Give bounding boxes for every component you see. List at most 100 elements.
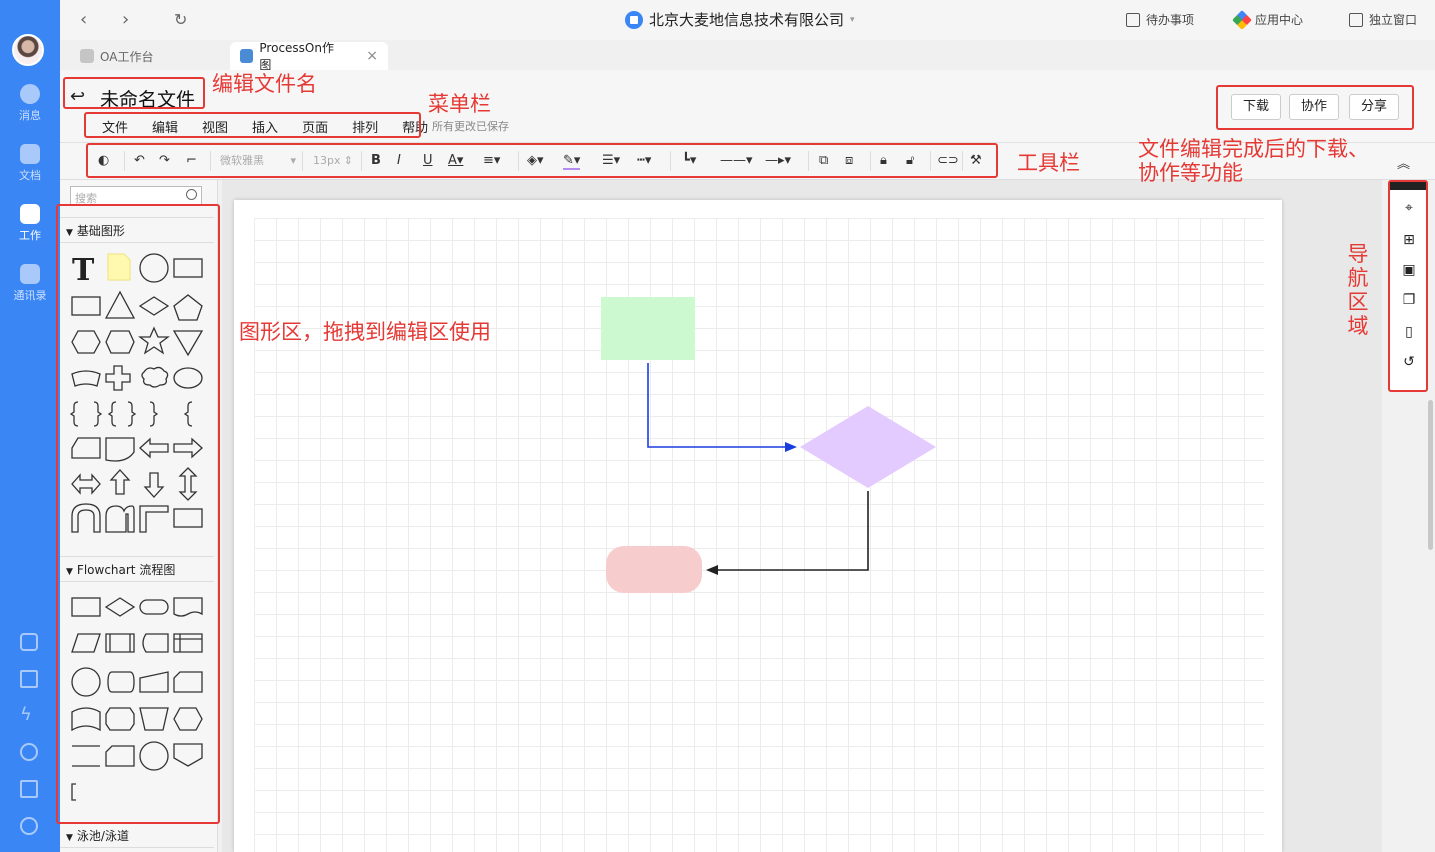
navigator-icon[interactable]: ⌖: [1401, 200, 1417, 216]
font-color-icon[interactable]: A▾: [448, 153, 463, 168]
magic-wand-icon[interactable]: ⚒: [970, 153, 982, 168]
back-arrow-icon[interactable]: ‹: [80, 9, 87, 30]
app-center-label: 应用中心: [1255, 13, 1304, 27]
category-basic-shapes[interactable]: ▼ 基础图形: [60, 217, 214, 243]
menu-arrange[interactable]: 排列: [340, 117, 390, 136]
start-arrow-icon[interactable]: ——▾: [720, 153, 753, 168]
rail-item-label: 通讯录: [13, 289, 47, 302]
rail-item-label: 工作: [19, 229, 41, 242]
tab-label: ProcessOn作图: [259, 41, 334, 72]
green-process-box[interactable]: [601, 297, 695, 360]
lightning-icon[interactable]: ϟ: [20, 706, 38, 724]
menu-bar: 文件 编辑 视图 插入 页面 排列 帮助: [90, 117, 440, 136]
refresh-icon[interactable]: ↻: [174, 10, 187, 29]
triangle-down-icon: ▼: [66, 833, 73, 843]
search-input[interactable]: 搜索: [70, 186, 202, 206]
send-back-icon[interactable]: ⧈: [845, 153, 853, 168]
lock-icon[interactable]: 🔒︎: [880, 153, 887, 168]
menu-view[interactable]: 视图: [190, 117, 240, 136]
external-window-icon: [1349, 12, 1363, 27]
standalone-window-link[interactable]: 独立窗口: [1349, 11, 1417, 28]
annotation-download: 文件编辑完成后的下载、: [1138, 137, 1369, 161]
canvas-page[interactable]: [234, 200, 1282, 852]
navigation-dock: ⌖ ⊞ ▣ ❐ ▯ ↺: [1388, 180, 1428, 392]
flowchart-shapes-grid[interactable]: [68, 594, 208, 804]
underline-icon[interactable]: U: [423, 153, 433, 168]
canvas-area[interactable]: [222, 180, 1382, 852]
calendar-icon[interactable]: [20, 633, 38, 651]
checklist-icon[interactable]: [20, 670, 38, 688]
folder-icon: [20, 144, 40, 164]
triangle-down-icon: ▼: [66, 228, 73, 238]
avatar[interactable]: [12, 34, 44, 66]
line-color-icon[interactable]: ✎▾: [563, 153, 581, 170]
search-icon: [186, 189, 197, 200]
arrowhead-blue: [785, 442, 797, 452]
close-icon[interactable]: ×: [366, 48, 378, 64]
unlock-icon[interactable]: 🔓︎: [906, 153, 914, 168]
line-width-icon[interactable]: ☰▾: [602, 153, 620, 168]
rail-item-docs[interactable]: 文档: [0, 144, 60, 183]
bold-icon[interactable]: B: [371, 153, 381, 168]
todo-link[interactable]: 待办事项: [1126, 11, 1194, 28]
format-painter-icon[interactable]: ⌐: [186, 153, 197, 168]
line-style-icon[interactable]: ┅▾: [637, 153, 651, 168]
format-icon[interactable]: ⊞: [1401, 232, 1417, 248]
chevron-down-icon: ▾: [850, 14, 855, 25]
canvas-size-icon[interactable]: ▣: [1401, 262, 1417, 278]
back-icon[interactable]: ↩: [70, 86, 85, 107]
rail-item-messages[interactable]: 消息: [0, 84, 60, 123]
pages-icon[interactable]: ❐: [1401, 292, 1417, 308]
link-icon[interactable]: ⊂⊃: [937, 153, 959, 168]
connector-arrow-blue[interactable]: [647, 363, 789, 448]
phone-icon[interactable]: [20, 743, 38, 761]
font-size-stepper[interactable]: 13px ⇕: [313, 151, 353, 171]
settings-flower-icon[interactable]: [20, 817, 38, 835]
style-shape-icon[interactable]: ◐: [98, 153, 109, 168]
annotation-download-2: 协作等功能: [1138, 161, 1243, 185]
mail-icon[interactable]: [20, 780, 38, 798]
file-name[interactable]: 未命名文件: [100, 85, 195, 112]
app-center-link[interactable]: 应用中心: [1232, 9, 1304, 30]
share-button[interactable]: 分享: [1349, 94, 1400, 120]
redo-icon[interactable]: ↷: [159, 153, 170, 168]
forward-arrow-icon[interactable]: ›: [122, 9, 129, 30]
font-family-select[interactable]: 微软雅黑 ▾: [220, 151, 296, 171]
divider: [930, 151, 931, 171]
purple-decision-diamond[interactable]: [800, 406, 936, 488]
divider: [962, 151, 963, 171]
menu-edit[interactable]: 编辑: [140, 117, 190, 136]
category-flowchart[interactable]: ▼ Flowchart 流程图: [60, 556, 214, 582]
collab-button[interactable]: 协作: [1289, 94, 1340, 120]
vertical-scrollbar[interactable]: [1428, 400, 1433, 550]
basic-shapes-svg: T: [69, 253, 204, 533]
category-pool-lane[interactable]: ▼ 泳池/泳道: [60, 822, 214, 848]
tab-label: OA工作台: [100, 49, 154, 64]
text-align-icon[interactable]: ≡▾: [483, 153, 500, 168]
basic-shapes-grid[interactable]: T: [68, 250, 208, 536]
tab-oa-workbench[interactable]: OA工作台: [70, 42, 163, 70]
collapse-icon[interactable]: ︽: [1397, 153, 1410, 172]
category-label: 泳池/泳道: [76, 829, 129, 843]
diagram-svg: [601, 297, 936, 593]
history-icon[interactable]: ↺: [1401, 354, 1417, 370]
contacts-icon: [20, 264, 40, 284]
download-button[interactable]: 下载: [1231, 94, 1282, 120]
undo-icon[interactable]: ↶: [134, 153, 145, 168]
connector-type-icon[interactable]: ┗▾: [682, 153, 696, 168]
italic-icon[interactable]: I: [397, 153, 401, 168]
connector-arrow-black[interactable]: [718, 491, 869, 571]
pink-terminator-shape[interactable]: [606, 546, 702, 593]
app-center-icon: [1232, 9, 1252, 30]
bring-front-icon[interactable]: ⧉: [819, 153, 828, 168]
menu-file[interactable]: 文件: [90, 117, 140, 136]
page-icon[interactable]: ▯: [1401, 324, 1417, 340]
rail-item-work[interactable]: 工作: [0, 204, 60, 243]
menu-page[interactable]: 页面: [290, 117, 340, 136]
fill-color-icon[interactable]: ◈▾: [527, 153, 544, 168]
menu-insert[interactable]: 插入: [240, 117, 290, 136]
end-arrow-icon[interactable]: —▸▾: [765, 153, 791, 168]
rail-item-contacts[interactable]: 通讯录: [0, 264, 60, 303]
tab-processon[interactable]: ProcessOn作图 ×: [230, 41, 388, 72]
company-switcher[interactable]: 北京大麦地信息技术有限公司 ▾: [625, 9, 855, 30]
